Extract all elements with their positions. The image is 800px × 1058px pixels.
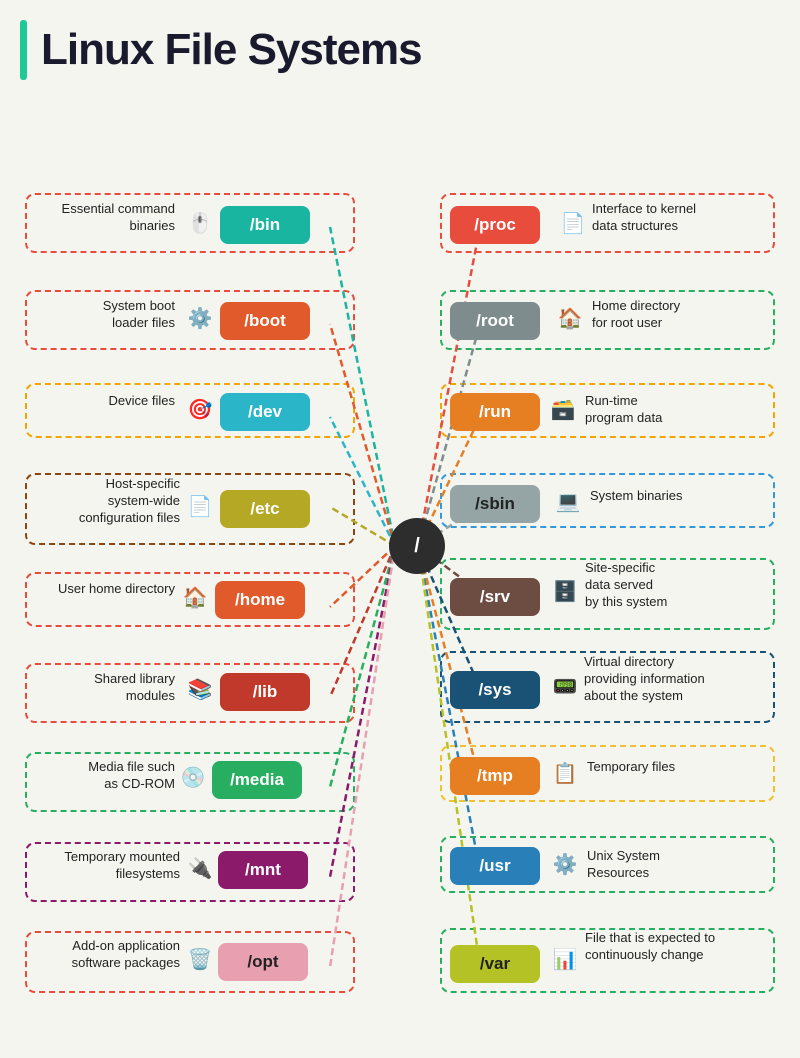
- dir-tmp: /tmp: [450, 757, 540, 795]
- icon-tmp: 📋: [547, 755, 583, 791]
- label-srv: Site-specificdata servedby this system: [585, 560, 667, 611]
- label-usr: Unix SystemResources: [587, 848, 660, 882]
- page: Linux File Systems: [0, 0, 800, 1058]
- icon-root: 🏠: [552, 300, 588, 336]
- dir-proc: /proc: [450, 206, 540, 244]
- dir-sys: /sys: [450, 671, 540, 709]
- page-title: Linux File Systems: [41, 25, 422, 75]
- dir-var: /var: [450, 945, 540, 983]
- dir-srv: /srv: [450, 578, 540, 616]
- icon-run: 🗃️: [545, 391, 581, 427]
- label-media: Media file suchas CD-ROM: [25, 759, 175, 793]
- label-sys: Virtual directoryproviding informationab…: [584, 654, 705, 705]
- dir-usr: /usr: [450, 847, 540, 885]
- label-bin: Essential commandbinaries: [25, 201, 175, 235]
- icon-var: 📊: [547, 941, 583, 977]
- icon-bin: 🖱️: [182, 205, 218, 241]
- dir-dev: /dev: [220, 393, 310, 431]
- dir-boot: /boot: [220, 302, 310, 340]
- center-node: /: [389, 518, 445, 574]
- title-accent: [20, 20, 27, 80]
- icon-sbin: 💻: [550, 483, 586, 519]
- icon-mnt: 🔌: [182, 850, 218, 886]
- icon-boot: ⚙️: [182, 300, 218, 336]
- label-dev: Device files: [25, 393, 175, 410]
- dir-bin: /bin: [220, 206, 310, 244]
- icon-home: 🏠: [177, 579, 213, 615]
- icon-usr: ⚙️: [547, 846, 583, 882]
- dir-lib: /lib: [220, 673, 310, 711]
- dir-etc: /etc: [220, 490, 310, 528]
- dir-sbin: /sbin: [450, 485, 540, 523]
- icon-srv: 🗄️: [547, 573, 583, 609]
- label-var: File that is expected tocontinuously cha…: [585, 930, 715, 964]
- label-lib: Shared librarymodules: [25, 671, 175, 705]
- dir-mnt: /mnt: [218, 851, 308, 889]
- icon-etc: 📄: [182, 488, 218, 524]
- label-tmp: Temporary files: [587, 759, 675, 776]
- icon-opt: 🗑️: [182, 941, 218, 977]
- diagram-area: / Essential commandbinaries 🖱️ /bin Syst…: [20, 98, 780, 1038]
- label-proc: Interface to kerneldata structures: [592, 201, 696, 235]
- icon-sys: 📟: [547, 668, 583, 704]
- label-root: Home directoryfor root user: [592, 298, 680, 332]
- icon-dev: 🎯: [182, 391, 218, 427]
- dir-media: /media: [212, 761, 302, 799]
- label-home: User home directory: [25, 581, 175, 598]
- icon-proc: 📄: [555, 205, 591, 241]
- icon-lib: 📚: [182, 671, 218, 707]
- dir-home: /home: [215, 581, 305, 619]
- label-mnt: Temporary mountedfilesystems: [25, 849, 180, 883]
- title-bar: Linux File Systems: [20, 20, 780, 80]
- dir-root: /root: [450, 302, 540, 340]
- label-etc: Host-specificsystem-wideconfiguration fi…: [25, 476, 180, 527]
- label-run: Run-timeprogram data: [585, 393, 662, 427]
- label-opt: Add-on applicationsoftware packages: [25, 938, 180, 972]
- dir-opt: /opt: [218, 943, 308, 981]
- dir-run: /run: [450, 393, 540, 431]
- label-boot: System bootloader files: [25, 298, 175, 332]
- label-sbin: System binaries: [590, 488, 682, 505]
- icon-media: 💿: [175, 759, 211, 795]
